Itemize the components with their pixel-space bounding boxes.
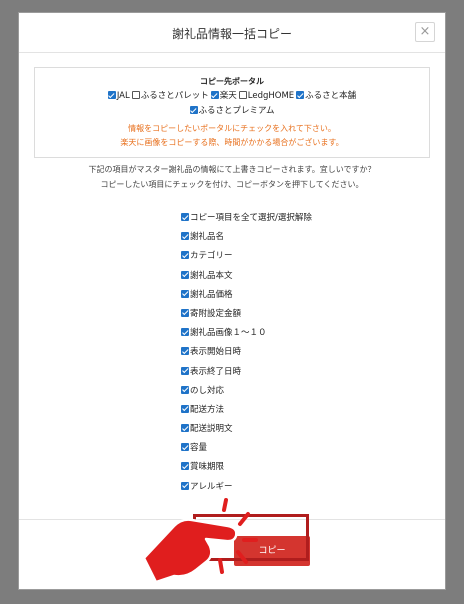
checkbox-label: ふるさとプレミアム: [198, 106, 275, 116]
checkbox-checked-icon[interactable]: [181, 328, 189, 337]
checkbox-checked-icon[interactable]: [181, 232, 189, 241]
checkbox-checked-icon[interactable]: [181, 270, 189, 279]
item-label: カテゴリー: [190, 251, 233, 262]
checkbox-label: LedgHOME: [247, 91, 295, 101]
portal-box: コピー先ポータル JAL ふるさとパレット 楽天 LedgHOME ふるさと本舗 ふるさ…: [34, 67, 430, 158]
copy-item[interactable]: 謝礼品名: [181, 228, 381, 247]
description-line-2: コピーしたい項目にチェックを付け、コピーボタンを押下してください。: [100, 180, 364, 189]
item-label: 賞味期限: [190, 462, 225, 473]
checkbox-checked-icon[interactable]: [181, 385, 189, 394]
checkbox-label: JAL: [116, 91, 130, 101]
item-label: 表示終了日時: [190, 366, 242, 377]
checkbox-checked-icon[interactable]: [296, 91, 305, 99]
portal-option[interactable]: ふるさと本舗: [296, 89, 356, 101]
portal-warning: 楽天に画像をコピーする際、時間がかかる場合がございます。: [120, 138, 344, 147]
checkbox-label: ふるさと本舗: [305, 91, 357, 101]
copy-item[interactable]: 表示開始日時: [181, 343, 381, 362]
checkbox-unchecked-icon[interactable]: [238, 91, 247, 99]
item-label: のし対応: [190, 385, 225, 396]
copy-item-list: コピー項目を全て選択/選択解除 謝礼品名カテゴリー謝礼品本文謝礼品価格寄附設定金額…: [181, 209, 381, 497]
close-button[interactable]: ×: [415, 22, 435, 42]
portal-row-2: ふるさとプレミアム: [35, 104, 429, 116]
description-line-1: 下記の項目がマスター謝礼品の情報にて上書きコピーされます。宜しいですか？: [88, 165, 376, 174]
checkbox-checked-icon[interactable]: [181, 366, 189, 375]
item-label: 表示開始日時: [190, 347, 242, 358]
item-label: コピー項目を全て選択/選択解除: [190, 213, 312, 223]
copy-item[interactable]: のし対応: [181, 382, 381, 401]
item-label: 配送説明文: [190, 424, 233, 435]
copy-item[interactable]: 配送方法: [181, 401, 381, 420]
checkbox-checked-icon[interactable]: [181, 462, 189, 471]
copy-item[interactable]: カテゴリー: [181, 247, 381, 266]
checkbox-checked-icon[interactable]: [181, 443, 189, 452]
checkbox-checked-icon[interactable]: [189, 106, 198, 114]
checkbox-checked-icon[interactable]: [181, 424, 189, 433]
portal-option[interactable]: JAL: [107, 91, 130, 101]
copy-item[interactable]: 容量: [181, 439, 381, 458]
portal-option[interactable]: ふるさとプレミアム: [189, 104, 275, 116]
copy-item[interactable]: 賞味期限: [181, 458, 381, 477]
portal-note: 情報をコピーしたいポータルにチェックを入れて下さい。: [128, 124, 336, 133]
copy-item[interactable]: 表示終了日時: [181, 363, 381, 382]
portal-option[interactable]: LedgHOME: [238, 91, 295, 101]
item-label: 謝礼品画像１～１０: [190, 328, 267, 339]
item-label: 配送方法: [190, 404, 225, 415]
checkbox-checked-icon[interactable]: [181, 213, 189, 221]
item-label: 容量: [190, 443, 208, 454]
item-label: 謝礼品本文: [190, 270, 233, 281]
checkbox-checked-icon[interactable]: [181, 289, 189, 298]
checkbox-label: ふるさとパレット: [140, 91, 209, 101]
dialog-header: 謝礼品情報一括コピー ×: [19, 13, 445, 53]
checkbox-checked-icon[interactable]: [181, 404, 189, 413]
copy-item[interactable]: 謝礼品画像１～１０: [181, 324, 381, 343]
checkbox-checked-icon[interactable]: [210, 91, 219, 99]
copy-item[interactable]: 配送説明文: [181, 420, 381, 439]
item-label: 寄附設定金額: [190, 308, 242, 319]
checkbox-checked-icon[interactable]: [181, 308, 189, 317]
checkbox-checked-icon[interactable]: [181, 347, 189, 356]
checkbox-checked-icon[interactable]: [181, 251, 189, 260]
copy-item[interactable]: 寄附設定金額: [181, 305, 381, 324]
dialog-title: 謝礼品情報一括コピー: [171, 27, 292, 41]
portal-option[interactable]: ふるさとパレット: [131, 89, 209, 101]
copy-item[interactable]: 謝礼品価格: [181, 286, 381, 305]
portal-row-1: JAL ふるさとパレット 楽天 LedgHOME ふるさと本舗: [35, 89, 429, 101]
item-label: 謝礼品名: [190, 232, 225, 243]
portal-option[interactable]: 楽天: [210, 89, 237, 101]
checkbox-checked-icon[interactable]: [107, 91, 116, 99]
checkbox-unchecked-icon[interactable]: [131, 91, 140, 99]
checkbox-label: 楽天: [219, 91, 237, 101]
select-all-item[interactable]: コピー項目を全て選択/選択解除: [181, 209, 381, 228]
pointing-hand-icon: [142, 498, 258, 584]
item-label: 謝礼品価格: [190, 289, 233, 300]
copy-item[interactable]: 謝礼品本文: [181, 267, 381, 286]
portal-heading: コピー先ポータル: [200, 77, 264, 86]
